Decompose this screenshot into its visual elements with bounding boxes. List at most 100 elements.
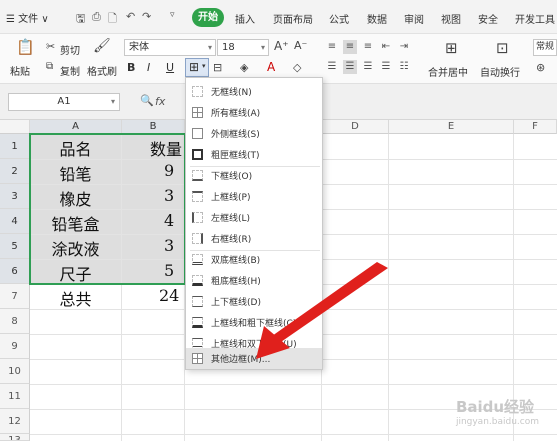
cell-a3[interactable]: 橡皮 (30, 186, 121, 210)
row-header-2[interactable]: 2 (0, 159, 30, 184)
row-header-9[interactable]: 9 (0, 334, 30, 359)
menu-item-all-borders[interactable]: 所有框线(A) (186, 102, 322, 123)
cell-b7[interactable]: 24 (122, 286, 184, 305)
cut-button[interactable]: 剪切 (60, 42, 80, 57)
tab-developer[interactable]: 开发工具 (515, 11, 555, 26)
preview-icon[interactable]: 🗋 (108, 10, 117, 29)
quick-access-more-icon[interactable]: ▿ (170, 10, 175, 20)
indent-increase-icon[interactable]: ⇥ (397, 40, 411, 54)
wrap-text-button[interactable]: 自动换行 (480, 64, 520, 79)
cell-b4[interactable]: 4 (122, 211, 184, 230)
row-header-4[interactable]: 4 (0, 209, 30, 234)
italic-button[interactable]: I (147, 61, 150, 74)
row-header-13[interactable]: 13 (0, 434, 30, 441)
align-bottom-icon[interactable]: ≡ (361, 40, 375, 54)
cell-b1[interactable]: 数量 (122, 136, 184, 160)
zoom-icon[interactable]: 🔍 (140, 94, 154, 107)
menu-item-thick-bottom[interactable]: 粗底框线(H) (186, 270, 322, 291)
align-right-icon[interactable]: ☰ (361, 60, 375, 74)
name-box[interactable]: A1 ▾ (8, 93, 120, 111)
menu-item-top-thick-bottom[interactable]: 上框线和粗下框线(C) (186, 312, 322, 333)
menu-item-outside-borders[interactable]: 外侧框线(S) (186, 123, 322, 144)
justify-icon[interactable]: ☰ (379, 60, 393, 74)
column-header-e[interactable]: E (389, 120, 514, 134)
font-color-icon[interactable]: A (267, 60, 275, 74)
font-name-select[interactable]: 宋体 ▾ (124, 39, 216, 56)
file-menu[interactable]: ☰ 文件 ∨ (6, 10, 49, 25)
format-painter-button[interactable]: 格式刷 (87, 63, 117, 78)
column-header-d[interactable]: D (322, 120, 389, 134)
save-icon[interactable]: 🖫 (76, 10, 85, 29)
clear-format-icon[interactable]: ◇ (293, 61, 301, 74)
distribute-icon[interactable]: ☷ (397, 60, 411, 74)
wrap-text-icon[interactable]: ⊡ (496, 39, 509, 57)
cell-b2[interactable]: 9 (122, 161, 184, 180)
menu-item-left-border[interactable]: 左框线(L) (186, 207, 322, 228)
cell-a1[interactable]: 品名 (30, 136, 121, 160)
align-center-icon[interactable]: ☰ (343, 60, 357, 74)
cell-a7[interactable]: 总共 (30, 286, 121, 310)
align-top-icon[interactable]: ≡ (325, 40, 339, 54)
bold-button[interactable]: B (127, 61, 135, 74)
row-header-6[interactable]: 6 (0, 259, 30, 284)
currency-icon[interactable]: ⊛ (536, 61, 545, 74)
copy-button[interactable]: 复制 (60, 63, 80, 78)
tab-page-layout[interactable]: 页面布局 (273, 11, 313, 26)
menu-item-top-border[interactable]: 上框线(P) (186, 186, 322, 207)
menu-item-more-borders[interactable]: 其他边框(M)... (186, 348, 322, 369)
cell-a4[interactable]: 铅笔盒 (30, 211, 121, 235)
increase-font-icon[interactable]: A⁺ (274, 39, 289, 53)
column-header-a[interactable]: A (30, 120, 122, 134)
row-header-11[interactable]: 11 (0, 384, 30, 409)
tab-view[interactable]: 视图 (441, 11, 461, 26)
indent-decrease-icon[interactable]: ⇤ (379, 40, 393, 54)
format-painter-icon[interactable]: 🖌 (93, 38, 111, 54)
row-header-3[interactable]: 3 (0, 184, 30, 209)
cell-b3[interactable]: 3 (122, 186, 184, 205)
menu-item-top-bottom[interactable]: 上下框线(D) (186, 291, 322, 312)
menu-item-right-border[interactable]: 右框线(R) (186, 228, 322, 249)
underline-button[interactable]: U (166, 61, 174, 74)
decrease-font-icon[interactable]: A⁻ (294, 39, 307, 52)
cut-icon[interactable]: ✂ (46, 40, 55, 53)
fill-color-icon[interactable]: ◈ (240, 61, 248, 74)
tab-insert[interactable]: 插入 (235, 11, 255, 26)
fill-pattern-icon[interactable]: ⊟ (213, 61, 222, 74)
row-header-5[interactable]: 5 (0, 234, 30, 259)
tab-review[interactable]: 审阅 (404, 11, 424, 26)
redo-icon[interactable]: ↷ (142, 10, 151, 23)
align-left-icon[interactable]: ☰ (325, 60, 339, 74)
font-size-select[interactable]: 18 ▾ (217, 39, 269, 56)
menu-item-no-border[interactable]: 无框线(N) (186, 81, 322, 102)
tab-start[interactable]: 开始 (192, 8, 224, 27)
tab-data[interactable]: 数据 (367, 11, 387, 26)
row-header-1[interactable]: 1 (0, 134, 30, 159)
number-format-select[interactable]: 常规 (533, 39, 557, 56)
select-all-corner[interactable] (0, 120, 30, 134)
row-header-10[interactable]: 10 (0, 359, 30, 384)
print-icon[interactable]: ⎙ (92, 10, 101, 24)
border-dropdown-button[interactable]: ⊞ ▾ (185, 58, 209, 77)
merge-center-icon[interactable]: ⊞ (445, 39, 458, 57)
row-header-7[interactable]: 7 (0, 284, 30, 309)
align-middle-icon[interactable]: ≡ (343, 40, 357, 54)
row-header-12[interactable]: 12 (0, 409, 30, 434)
cell-a5[interactable]: 涂改液 (30, 236, 121, 260)
paste-button[interactable]: 粘贴 (10, 63, 30, 78)
tab-security[interactable]: 安全 (478, 11, 498, 26)
menu-item-double-bottom[interactable]: 双底框线(B) (186, 249, 322, 270)
paste-icon[interactable]: 📋 (16, 38, 35, 56)
row-header-8[interactable]: 8 (0, 309, 30, 334)
copy-icon[interactable]: ⧉ (46, 61, 53, 72)
column-header-b[interactable]: B (122, 120, 185, 134)
cell-a2[interactable]: 铅笔 (30, 161, 121, 185)
menu-item-thick-box-border[interactable]: 粗匣框线(T) (186, 144, 322, 165)
fx-icon[interactable]: fx (155, 95, 165, 108)
merge-center-button[interactable]: 合并居中 (428, 64, 468, 79)
column-header-f[interactable]: F (514, 120, 557, 134)
tab-formulas[interactable]: 公式 (329, 11, 349, 26)
cell-b5[interactable]: 3 (122, 236, 184, 255)
undo-icon[interactable]: ↶ (126, 10, 135, 23)
cell-a6[interactable]: 尺子 (30, 261, 121, 285)
menu-item-bottom-border[interactable]: 下框线(O) (186, 165, 322, 186)
